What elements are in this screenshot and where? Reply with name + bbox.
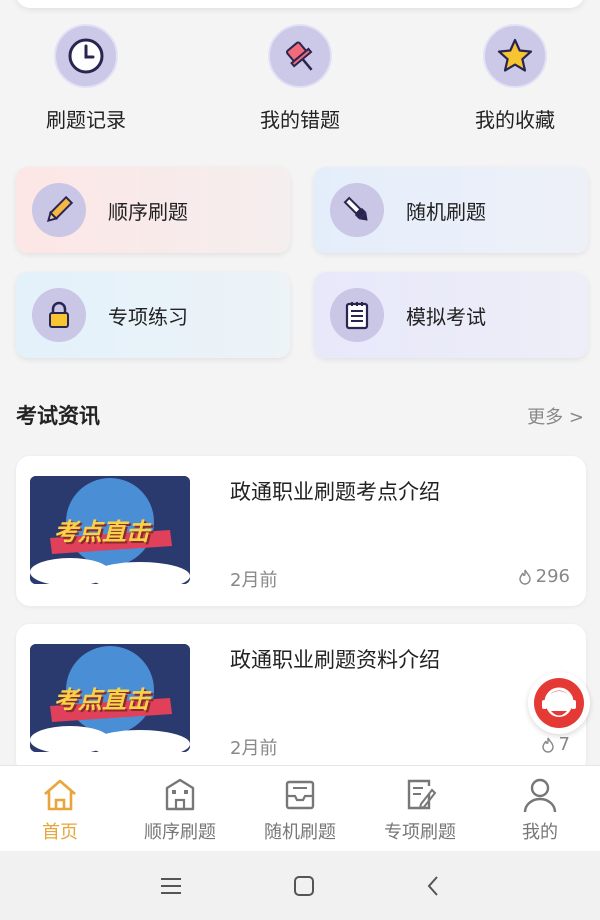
tab-label: 专项刷题: [384, 822, 456, 843]
tab-label: 我的: [522, 822, 558, 843]
star-icon: [483, 24, 547, 88]
home-square-icon[interactable]: [293, 875, 315, 897]
tile-random-practice[interactable]: 随机刷题: [314, 167, 588, 253]
tile-special-practice[interactable]: 专项练习: [16, 272, 290, 358]
views-count: 7: [558, 734, 570, 755]
news-time: 2月前: [230, 570, 278, 591]
tab-special[interactable]: 专项刷题: [360, 766, 480, 851]
tab-mine[interactable]: 我的: [480, 766, 600, 851]
news-time: 2月前: [230, 738, 278, 759]
tile-label: 随机刷题: [406, 199, 486, 224]
quick-action-wrong[interactable]: 我的错题: [220, 24, 380, 133]
headset-agent-icon: [534, 678, 584, 728]
tile-label: 专项练习: [108, 304, 188, 329]
notepad-icon: [330, 288, 384, 342]
tab-sequential[interactable]: 顺序刷题: [120, 766, 240, 851]
more-link[interactable]: 更多 >: [527, 403, 584, 429]
clock-icon: [54, 24, 118, 88]
inbox-icon: [285, 780, 315, 810]
bottom-tab-bar: 首页 顺序刷题 随机刷题 专项刷题 我的: [0, 765, 600, 851]
news-thumbnail: 考点直击: [30, 476, 190, 584]
news-item[interactable]: 考点直击 政通职业刷题考点介绍 2月前 296: [16, 456, 586, 606]
pushpin-icon: [268, 24, 332, 88]
quick-action-label: 我的收藏: [475, 108, 555, 132]
top-card: [16, 0, 584, 8]
quick-action-favorites[interactable]: 我的收藏: [435, 24, 595, 133]
user-icon: [523, 778, 557, 813]
customer-service-button[interactable]: [528, 672, 590, 734]
quick-action-history[interactable]: 刷题记录: [6, 24, 166, 133]
tile-sequential-practice[interactable]: 顺序刷题: [16, 167, 290, 253]
lock-icon: [32, 288, 86, 342]
quick-action-label: 我的错题: [260, 108, 340, 132]
tab-label: 首页: [42, 822, 78, 843]
back-icon[interactable]: [425, 875, 441, 897]
quick-action-label: 刷题记录: [46, 108, 126, 132]
tile-label: 模拟考试: [406, 304, 486, 329]
edit-doc-icon: [407, 779, 437, 810]
system-navigation-bar: [0, 851, 600, 920]
menu-icon[interactable]: [159, 876, 183, 896]
views-count: 296: [535, 566, 570, 587]
home-icon: [44, 779, 76, 811]
pencil-icon: [32, 183, 86, 237]
tab-random[interactable]: 随机刷题: [240, 766, 360, 851]
news-title: 政通职业刷题考点介绍: [230, 480, 440, 504]
tab-home[interactable]: 首页: [0, 766, 120, 851]
thumbnail-text: 考点直击: [54, 518, 150, 546]
thumbnail-text: 考点直击: [54, 686, 150, 714]
news-views: 7: [541, 734, 570, 755]
tile-mock-exam[interactable]: 模拟考试: [314, 272, 588, 358]
tile-label: 顺序刷题: [108, 199, 188, 224]
tab-label: 随机刷题: [264, 822, 336, 843]
section-title: 考试资讯: [16, 404, 100, 428]
building-icon: [165, 778, 195, 811]
tab-label: 顺序刷题: [144, 822, 216, 843]
flame-icon: [518, 569, 531, 585]
brush-icon: [330, 183, 384, 237]
news-views: 296: [518, 566, 570, 587]
news-item[interactable]: 考点直击 政通职业刷题资料介绍 2月前 7: [16, 624, 586, 774]
news-thumbnail: 考点直击: [30, 644, 190, 752]
news-title: 政通职业刷题资料介绍: [230, 648, 440, 672]
flame-icon: [541, 737, 554, 753]
